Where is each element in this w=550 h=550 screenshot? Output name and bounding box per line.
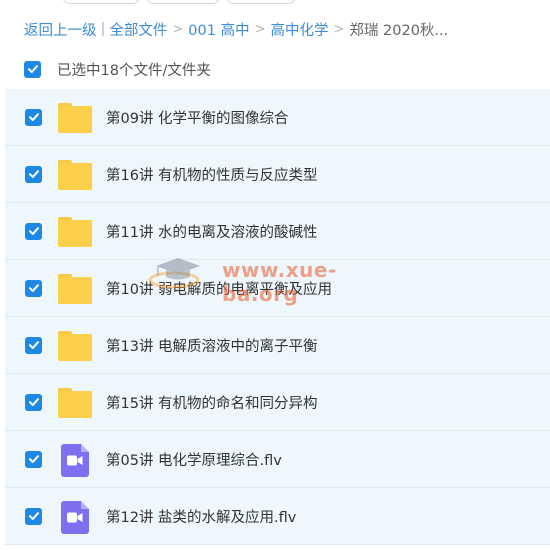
row-checkbox[interactable] — [25, 222, 42, 240]
top-tab[interactable] — [146, 0, 220, 4]
top-tab[interactable] — [226, 0, 296, 4]
row-checkbox[interactable] — [25, 165, 42, 183]
video-camera-icon — [67, 455, 83, 466]
row-checkbox[interactable] — [25, 108, 42, 126]
file-row[interactable]: 第13讲 电解质溶液中的离子平衡 — [5, 317, 550, 374]
video-camera-icon — [67, 512, 83, 523]
row-checkbox[interactable] — [25, 279, 42, 297]
checkmark-icon — [28, 398, 39, 406]
checkmark-icon — [28, 170, 39, 178]
checkmark-icon — [28, 341, 39, 349]
select-all-checkbox[interactable] — [24, 60, 41, 78]
folder-icon — [58, 160, 92, 190]
file-row[interactable]: 第11讲 水的电离及溶液的酸碱性 — [5, 203, 550, 260]
folder-icon — [58, 331, 92, 361]
folder-icon — [58, 274, 92, 304]
checkmark-icon — [28, 512, 39, 520]
file-row[interactable]: 第09讲 化学平衡的图像综合 — [5, 89, 550, 146]
file-row[interactable]: 第16讲 有机物的性质与反应类型 — [5, 146, 550, 203]
breadcrumb: 返回上一级 | 全部文件 > 001 高中 > 高中化学 > 郑瑞 2020秋.… — [24, 18, 448, 40]
breadcrumb-divider: | — [100, 21, 106, 37]
checkmark-icon — [28, 455, 39, 463]
top-tab-strip — [0, 0, 550, 6]
top-tab[interactable] — [62, 0, 140, 4]
chevron-right-icon: > — [254, 21, 266, 37]
checkmark-icon — [28, 284, 39, 292]
row-checkbox[interactable] — [25, 393, 42, 411]
chevron-right-icon: > — [172, 21, 184, 37]
file-row[interactable]: 第10讲 弱电解质的电离平衡及应用 — [5, 260, 550, 317]
video-file-icon — [61, 501, 89, 534]
file-row[interactable]: 第12讲 盐类的水解及应用.flv — [5, 488, 550, 545]
file-name[interactable]: 第10讲 弱电解质的电离平衡及应用 — [106, 278, 332, 299]
breadcrumb-link-level2[interactable]: 高中化学 — [271, 19, 329, 40]
folder-icon — [58, 388, 92, 418]
row-checkbox[interactable] — [25, 507, 42, 525]
row-checkbox[interactable] — [25, 336, 42, 354]
all-files-link[interactable]: 全部文件 — [109, 19, 167, 40]
file-name[interactable]: 第16讲 有机物的性质与反应类型 — [106, 164, 318, 185]
file-name[interactable]: 第09讲 化学平衡的图像综合 — [106, 107, 289, 128]
file-row[interactable]: 第05讲 电化学原理综合.flv — [5, 431, 550, 488]
file-list: 第09讲 化学平衡的图像综合 第16讲 有机物的性质与反应类型 第11讲 水的电… — [5, 89, 550, 545]
file-name[interactable]: 第13讲 电解质溶液中的离子平衡 — [106, 335, 318, 356]
file-name[interactable]: 第05讲 电化学原理综合.flv — [106, 449, 282, 470]
checkmark-icon — [27, 65, 38, 73]
file-name[interactable]: 第15讲 有机物的命名和同分异构 — [106, 392, 318, 413]
breadcrumb-link-level1[interactable]: 001 高中 — [188, 19, 249, 40]
back-link[interactable]: 返回上一级 — [24, 19, 97, 40]
checkmark-icon — [28, 227, 39, 235]
row-checkbox[interactable] — [25, 450, 42, 468]
breadcrumb-current: 郑瑞 2020秋... — [349, 22, 449, 39]
file-name[interactable]: 第12讲 盐类的水解及应用.flv — [106, 506, 296, 527]
selection-bar: 已选中18个文件/文件夹 — [24, 59, 211, 79]
file-name[interactable]: 第11讲 水的电离及溶液的酸碱性 — [106, 221, 318, 242]
selection-count-label: 已选中18个文件/文件夹 — [57, 62, 211, 79]
folder-icon — [58, 217, 92, 247]
video-file-icon — [61, 444, 89, 477]
checkmark-icon — [28, 113, 39, 121]
folder-icon — [58, 103, 92, 133]
file-row[interactable]: 第15讲 有机物的命名和同分异构 — [5, 374, 550, 431]
chevron-right-icon: > — [333, 21, 345, 37]
